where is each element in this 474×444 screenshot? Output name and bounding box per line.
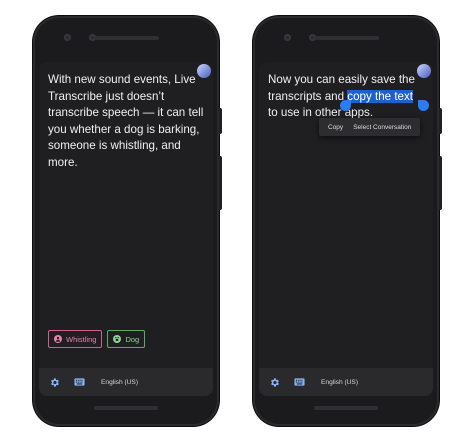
chip-dog[interactable]: Dog: [107, 330, 146, 348]
side-button-volume: [439, 156, 442, 210]
selected-text[interactable]: copy the text: [347, 89, 414, 103]
select-conversation-menu-item[interactable]: Select Conversation: [348, 124, 416, 131]
transcript-text[interactable]: Now you can easily save the transcripts …: [268, 72, 425, 122]
chip-label: Dog: [125, 334, 140, 344]
language-selector[interactable]: English (US): [321, 379, 358, 386]
keyboard-icon[interactable]: [74, 377, 85, 388]
app-screen: Now you can easily save the transcripts …: [259, 62, 433, 396]
earpiece-speaker: [95, 36, 159, 40]
app-screen: With new sound events, Live Transcribe j…: [39, 62, 213, 396]
phone-right: Now you can easily save the transcripts …: [253, 16, 442, 426]
text-context-menu: Copy Select Conversation: [319, 118, 421, 136]
bottom-toolbar: English (US): [39, 368, 213, 396]
sound-event-chips: Whistling Dog: [48, 330, 146, 348]
paw-icon: [113, 335, 122, 343]
side-button-volume: [219, 156, 222, 210]
front-camera-icon: [64, 34, 71, 41]
language-selector[interactable]: English (US): [101, 379, 138, 386]
phone-top-bezel: [33, 16, 219, 62]
gear-icon[interactable]: [269, 377, 280, 388]
side-button-power: [219, 108, 222, 134]
bottom-speaker: [94, 406, 158, 410]
chip-whistling[interactable]: Whistling: [48, 330, 103, 348]
bottom-toolbar: English (US): [259, 368, 433, 396]
chip-label: Whistling: [66, 334, 97, 344]
keyboard-icon[interactable]: [294, 377, 305, 388]
selection-handle-start[interactable]: [340, 100, 351, 111]
person-icon: [54, 335, 62, 343]
phone-top-bezel: [253, 16, 439, 62]
front-camera-icon: [284, 34, 291, 41]
earpiece-speaker: [315, 36, 379, 40]
phone-left: With new sound events, Live Transcribe j…: [33, 16, 222, 426]
selection-handle-end[interactable]: [418, 100, 429, 111]
bottom-speaker: [314, 406, 378, 410]
transcript-text[interactable]: With new sound events, Live Transcribe j…: [48, 72, 205, 171]
gear-icon[interactable]: [49, 377, 60, 388]
side-button-power: [439, 108, 442, 134]
copy-menu-item[interactable]: Copy: [323, 124, 348, 131]
